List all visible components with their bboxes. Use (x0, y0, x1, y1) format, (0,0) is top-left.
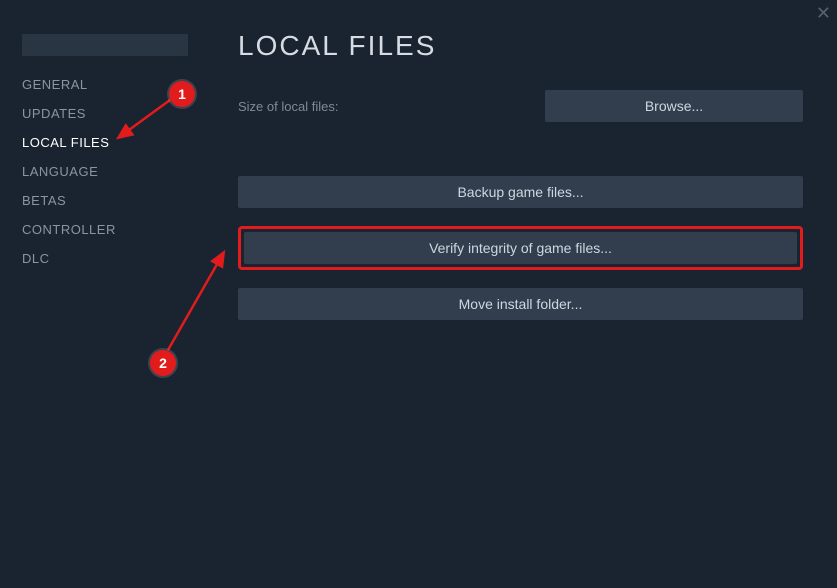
callout-2: 2 (150, 350, 176, 376)
size-label: Size of local files: (238, 99, 338, 114)
page-title: LOCAL FILES (238, 30, 803, 62)
properties-window: ✕ GENERAL UPDATES LOCAL FILES LANGUAGE B… (0, 0, 837, 588)
sidebar-item-local-files[interactable]: LOCAL FILES (0, 128, 210, 157)
sidebar-search-slot[interactable] (22, 34, 188, 56)
move-button[interactable]: Move install folder... (238, 288, 803, 320)
callout-1: 1 (169, 81, 195, 107)
sidebar-item-betas[interactable]: BETAS (0, 186, 210, 215)
browse-button[interactable]: Browse... (545, 90, 803, 122)
actions: Backup game files... Verify integrity of… (238, 176, 803, 320)
main-panel: LOCAL FILES Size of local files: Browse.… (210, 0, 837, 588)
close-icon[interactable]: ✕ (816, 4, 831, 22)
sidebar-item-language[interactable]: LANGUAGE (0, 157, 210, 186)
backup-button[interactable]: Backup game files... (238, 176, 803, 208)
verify-button[interactable]: Verify integrity of game files... (244, 232, 797, 264)
sidebar-item-controller[interactable]: CONTROLLER (0, 215, 210, 244)
sidebar-item-dlc[interactable]: DLC (0, 244, 210, 273)
size-row: Size of local files: Browse... (238, 90, 803, 122)
verify-highlight: Verify integrity of game files... (238, 226, 803, 270)
